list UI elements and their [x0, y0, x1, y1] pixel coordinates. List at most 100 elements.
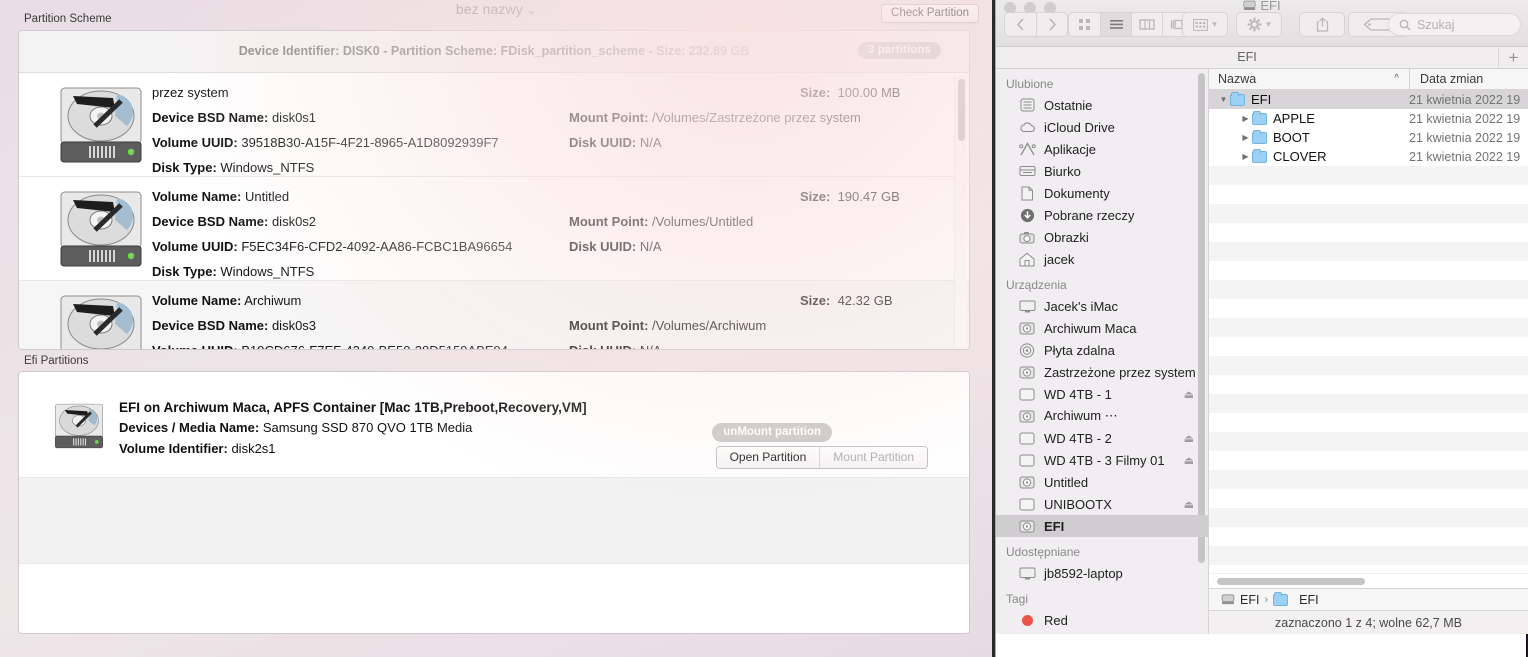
empty-row [1209, 432, 1528, 451]
table-row[interactable]: ▼ EFI 21 kwietnia 2022 19 [1209, 90, 1528, 109]
sidebar-item-jacek-s-imac[interactable]: Jacek's iMac [996, 295, 1208, 317]
sidebar-item-ostatnie[interactable]: Ostatnie [996, 94, 1208, 116]
list-view-button[interactable] [1100, 13, 1131, 36]
disclosure-triangle-icon[interactable]: ▶ [1239, 152, 1252, 161]
table-row[interactable]: ▶ CLOVER 21 kwietnia 2022 19 [1209, 147, 1528, 166]
partition-list-scrollbar[interactable] [954, 75, 967, 347]
sidebar-item-jb8592-laptop[interactable]: jb8592-laptop [996, 562, 1208, 584]
disclosure-triangle-icon[interactable]: ▶ [1239, 114, 1252, 123]
finder-file-list[interactable]: Nazwa ^ Data zmian ▼ EFI 21 kwietnia 202… [1209, 69, 1528, 634]
back-button[interactable] [1005, 13, 1036, 36]
sidebar-item-zastrze-one-przez-system[interactable]: Zastrzeżone przez system [996, 361, 1208, 383]
scrollbar-thumb[interactable] [958, 79, 965, 141]
sidebar-item-wd-4tb-2[interactable]: WD 4TB - 2⏏ [996, 427, 1208, 449]
folder-icon [1252, 113, 1267, 125]
eject-icon[interactable]: ⏏ [1184, 498, 1194, 511]
sidebar-item-wd-4tb-1[interactable]: WD 4TB - 1⏏ [996, 383, 1208, 405]
action-menu-button[interactable]: ▾ [1236, 12, 1282, 37]
sidebar-item-label: jacek [1044, 252, 1074, 267]
sidebar-item-pobrane-rzeczy[interactable]: Pobrane rzeczy [996, 204, 1208, 226]
chevron-left-icon [1016, 18, 1025, 31]
share-button[interactable] [1299, 12, 1345, 37]
table-row[interactable]: ▶ APPLE 21 kwietnia 2022 19 [1209, 109, 1528, 128]
device-bsd-name-label: Device BSD Name: [152, 318, 268, 333]
eject-icon[interactable]: ⏏ [1184, 454, 1194, 467]
table-row[interactable]: przez system Size: 100.00 MB Device BSD … [19, 73, 969, 177]
sidebar-item-label: Dokumenty [1044, 186, 1110, 201]
empty-row [1209, 223, 1528, 242]
disclosure-triangle-icon[interactable]: ▶ [1239, 133, 1252, 142]
computer-icon [1018, 299, 1036, 314]
pictures-icon [1018, 230, 1036, 245]
partition-actions-group: Open Partition Mount Partition [716, 446, 928, 469]
sidebar-item-label: Aplikacje [1044, 142, 1096, 157]
path-bar-folder[interactable]: EFI [1299, 593, 1318, 607]
sidebar-item-dokumenty[interactable]: Dokumenty [996, 182, 1208, 204]
sidebar-item-archiwum[interactable]: Archiwum ⋯ [996, 405, 1208, 427]
empty-row [1209, 413, 1528, 432]
disclosure-triangle-open-icon[interactable]: ▼ [1217, 95, 1230, 104]
sidebar-item-label: Archiwum ⋯ [1044, 408, 1118, 424]
efi-partitions-panel: EFI on Archiwum Maca, APFS Container [Ma… [18, 371, 970, 634]
sidebar-item-jacek[interactable]: jacek [996, 248, 1208, 270]
volume-uuid-value: B19CD676-F7EF-4240-BE50-28D5159ABE94 [241, 343, 508, 350]
efi-partition-row[interactable]: EFI on Archiwum Maca, APFS Container [Ma… [19, 372, 969, 478]
column-view-button[interactable] [1131, 13, 1162, 36]
column-header-name[interactable]: Nazwa ^ [1209, 72, 1409, 86]
chevron-down-icon[interactable]: ⌄ [527, 5, 536, 17]
check-partition-button[interactable]: Check Partition [881, 4, 979, 23]
sidebar-item-aplikacje[interactable]: Aplikacje [996, 138, 1208, 160]
active-tab-title[interactable]: EFI [996, 50, 1498, 64]
sidebar-section-title: Urządzenia [996, 270, 1208, 295]
open-partition-button[interactable]: Open Partition [717, 447, 820, 468]
column-header-date[interactable]: Data zmian [1409, 69, 1483, 89]
table-row[interactable]: ▶ BOOT 21 kwietnia 2022 19 [1209, 128, 1528, 147]
sidebar-item-red[interactable]: Red [996, 609, 1208, 631]
file-list-horizontal-scrollbar[interactable] [1209, 573, 1528, 588]
partition-disk-uuid: Disk UUID: N/A [569, 135, 661, 150]
partition-mount-point: Mount Point: /Volumes/Zastrzeżone przez … [569, 110, 861, 125]
search-input[interactable]: Szukaj [1388, 13, 1521, 36]
folder-icon [1252, 151, 1267, 163]
file-rows-container[interactable]: ▼ EFI 21 kwietnia 2022 19 ▶ APPLE 21 kwi… [1209, 90, 1528, 584]
group-by-button[interactable]: ▾ [1182, 12, 1228, 37]
icon-view-button[interactable] [1069, 13, 1100, 36]
clock-list-icon [1018, 98, 1036, 113]
sidebar-item-biurko[interactable]: Biurko [996, 160, 1208, 182]
sidebar-item-efi[interactable]: EFI [996, 515, 1208, 537]
sidebar-item-obrazki[interactable]: Obrazki [996, 226, 1208, 248]
scrollbar-thumb[interactable] [1217, 578, 1365, 585]
eject-icon[interactable]: ⏏ [1184, 388, 1194, 401]
internal-drive-icon [1018, 409, 1036, 424]
sidebar-item-label: UNIBOOTX [1044, 497, 1112, 512]
new-tab-button[interactable]: + [1498, 47, 1528, 68]
path-bar-drive[interactable]: EFI [1240, 593, 1259, 607]
efi-devices-media-name: Devices / Media Name: Samsung SSD 870 QV… [119, 420, 587, 441]
sidebar-item-label: Pobrane rzeczy [1044, 208, 1134, 223]
mount-partition-button: Mount Partition [819, 447, 927, 468]
volume-uuid-label: Volume UUID: [152, 239, 238, 254]
volume-uuid-value: F5EC34F6-CFD2-4092-AA86-FCBC1BA96654 [241, 239, 512, 254]
sidebar-item-p-yta-zdalna[interactable]: Płyta zdalna [996, 339, 1208, 361]
partition-list[interactable]: przez system Size: 100.00 MB Device BSD … [19, 73, 969, 350]
sidebar-item-wd-4tb-3-filmy-01[interactable]: WD 4TB - 3 Filmy 01⏏ [996, 449, 1208, 471]
table-row[interactable]: Volume Name: Archiwum Size: 42.32 GB Dev… [19, 281, 969, 350]
efi-partitions-label: Efi Partitions [24, 355, 89, 367]
efi-partition-title: EFI on Archiwum Maca, APFS Container [Ma… [119, 400, 587, 415]
window-title-text: bez nazwy [456, 1, 523, 17]
view-mode-group [1068, 12, 1194, 37]
partition-mount-point: Mount Point: /Volumes/Archiwum [569, 318, 766, 333]
forward-button[interactable] [1036, 13, 1067, 36]
finder-sidebar[interactable]: Ulubione Ostatnie iCloud Drive Aplikacje… [996, 69, 1209, 634]
sidebar-item-unibootx[interactable]: UNIBOOTX ⏏ [996, 493, 1208, 515]
sidebar-item-label: jb8592-laptop [1044, 566, 1123, 581]
partition-tool-window: bez nazwy⌄ Check Partition Partition Sch… [0, 0, 992, 657]
sidebar-item-icloud-drive[interactable]: iCloud Drive [996, 116, 1208, 138]
sort-ascending-icon: ^ [1394, 73, 1399, 84]
eject-icon[interactable]: ⏏ [1184, 432, 1194, 445]
sidebar-item-untitled[interactable]: Untitled [996, 471, 1208, 493]
empty-row [1209, 375, 1528, 394]
table-row[interactable]: Volume Name: Untitled Size: 190.47 GB De… [19, 177, 969, 281]
sidebar-item-archiwum-maca[interactable]: Archiwum Maca [996, 317, 1208, 339]
sidebar-section-title: Udostępniane [996, 537, 1208, 562]
